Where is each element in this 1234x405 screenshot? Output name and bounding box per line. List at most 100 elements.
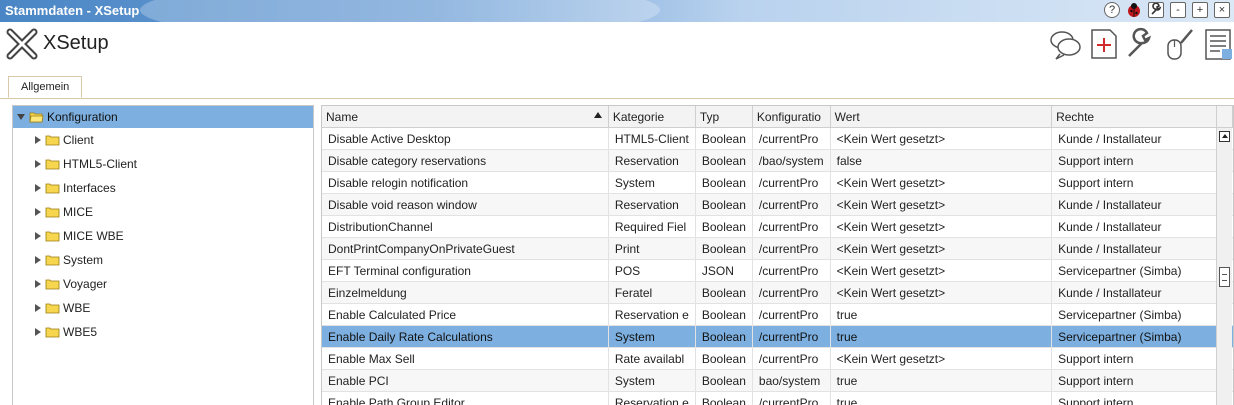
table-cell: Reservation [608, 150, 695, 172]
wrench-icon[interactable] [1124, 27, 1158, 61]
tree-item-label: Client [63, 133, 94, 147]
table-cell: Support intern [1052, 150, 1217, 172]
tree-item[interactable]: Interfaces [13, 176, 313, 200]
new-document-icon[interactable] [1086, 27, 1120, 61]
table-cell: System [608, 326, 695, 348]
minimize-button[interactable]: - [1170, 2, 1186, 18]
maximize-button[interactable]: + [1192, 2, 1208, 18]
table-row[interactable]: EinzelmeldungFeratelBoolean/currentPro<K… [322, 282, 1233, 304]
expand-right-icon[interactable] [35, 328, 41, 336]
table-cell: /currentPro [752, 172, 830, 194]
table-row[interactable]: Enable Daily Rate CalculationsSystemBool… [322, 326, 1233, 348]
table-row[interactable]: EFT Terminal configurationPOSJSON/curren… [322, 260, 1233, 282]
table-cell: Disable void reason window [322, 194, 608, 216]
table-row[interactable]: Enable Path Group EditorReservation eBoo… [322, 392, 1233, 405]
expand-right-icon[interactable] [35, 184, 41, 192]
tree-item[interactable]: WBE [13, 296, 313, 320]
table-cell: Boolean [695, 150, 752, 172]
table-row[interactable]: Disable Active DesktopHTML5-ClientBoolea… [322, 128, 1233, 150]
table-cell: Rate availabl [608, 348, 695, 370]
table-cell: EFT Terminal configuration [322, 260, 608, 282]
table-cell: Reservation [608, 194, 695, 216]
folder-icon [45, 278, 60, 290]
scroll-thumb[interactable] [1219, 267, 1230, 287]
expand-right-icon[interactable] [35, 208, 41, 216]
tree-item-label: Voyager [63, 277, 107, 291]
tree-item-label: Interfaces [63, 181, 116, 195]
table-cell: Boolean [695, 348, 752, 370]
title-bar-decoration [140, 0, 660, 22]
table-cell: Enable Path Group Editor [322, 392, 608, 405]
table-cell: <Kein Wert gesetzt> [830, 238, 1051, 260]
chat-icon[interactable] [1048, 27, 1082, 61]
settings-grid: Name Kategorie Typ Konfiguratio Wert Rec… [321, 105, 1234, 405]
close-button[interactable]: × [1214, 2, 1230, 18]
tree-item-label: System [63, 253, 103, 267]
column-header-name[interactable]: Name [322, 106, 608, 128]
table-cell: <Kein Wert gesetzt> [830, 194, 1051, 216]
column-header-kategorie[interactable]: Kategorie [608, 106, 695, 128]
table-cell: /currentPro [752, 348, 830, 370]
help-button[interactable]: ? [1104, 2, 1120, 18]
folder-icon [45, 134, 60, 146]
table-cell: <Kein Wert gesetzt> [830, 216, 1051, 238]
app-header: XSetup [0, 24, 1234, 68]
ladybug-icon [1126, 2, 1142, 18]
expand-right-icon[interactable] [35, 136, 41, 144]
expand-right-icon[interactable] [35, 280, 41, 288]
table-row[interactable]: Disable void reason windowReservationBoo… [322, 194, 1233, 216]
tree-item[interactable]: System [13, 248, 313, 272]
tree-root-konfiguration[interactable]: Konfiguration [13, 106, 313, 128]
tree-item[interactable]: MICE [13, 200, 313, 224]
table-cell: true [830, 392, 1051, 405]
table-cell: Enable PCI [322, 370, 608, 392]
folder-icon [45, 302, 60, 314]
scroll-up-button[interactable] [1219, 131, 1230, 142]
table-cell: Support intern [1052, 392, 1217, 405]
table-row[interactable]: Enable PCISystemBooleanbao/systemtrueSup… [322, 370, 1233, 392]
table-cell: /currentPro [752, 304, 830, 326]
table-cell: /currentPro [752, 238, 830, 260]
tab-allgemein[interactable]: Allgemein [8, 76, 82, 98]
toolbar [1048, 27, 1234, 61]
mouse-brush-icon[interactable] [1162, 27, 1196, 61]
bug-button[interactable] [1126, 2, 1142, 18]
folder-icon [45, 230, 60, 242]
column-header-rechte[interactable]: Rechte [1052, 106, 1217, 128]
table-cell: /currentPro [752, 392, 830, 405]
column-header-typ[interactable]: Typ [695, 106, 752, 128]
app-title: XSetup [43, 32, 109, 55]
table-cell: Boolean [695, 392, 752, 405]
tools-button[interactable] [1148, 2, 1164, 18]
table-cell: Boolean [695, 238, 752, 260]
vertical-scrollbar[interactable] [1216, 128, 1232, 405]
expand-right-icon[interactable] [35, 256, 41, 264]
tree-item[interactable]: Client [13, 128, 313, 152]
table-cell: Print [608, 238, 695, 260]
expand-right-icon[interactable] [35, 304, 41, 312]
table-row[interactable]: Enable Max SellRate availablBoolean/curr… [322, 348, 1233, 370]
table-row[interactable]: DontPrintCompanyOnPrivateGuestPrintBoole… [322, 238, 1233, 260]
table-cell: Servicepartner (Simba) [1052, 326, 1217, 348]
tree-item[interactable]: WBE5 [13, 320, 313, 344]
expand-down-icon[interactable] [17, 114, 25, 120]
table-cell: Einzelmeldung [322, 282, 608, 304]
column-header-konfiguration[interactable]: Konfiguratio [752, 106, 830, 128]
table-row[interactable]: Disable category reservationsReservation… [322, 150, 1233, 172]
expand-right-icon[interactable] [35, 160, 41, 168]
table-cell: true [830, 304, 1051, 326]
tree-item-label: MICE WBE [63, 229, 124, 243]
table-row[interactable]: DistributionChannelRequired FielBoolean/… [322, 216, 1233, 238]
document-list-icon[interactable] [1200, 27, 1234, 61]
column-header-wert[interactable]: Wert [830, 106, 1051, 128]
table-row[interactable]: Disable relogin notificationSystemBoolea… [322, 172, 1233, 194]
table-cell: Kunde / Installateur [1052, 238, 1217, 260]
tree-item[interactable]: HTML5-Client [13, 152, 313, 176]
tree-item[interactable]: MICE WBE [13, 224, 313, 248]
table-cell: Servicepartner (Simba) [1052, 304, 1217, 326]
tree-item[interactable]: Voyager [13, 272, 313, 296]
table-cell: <Kein Wert gesetzt> [830, 172, 1051, 194]
table-cell: Boolean [695, 370, 752, 392]
expand-right-icon[interactable] [35, 232, 41, 240]
table-row[interactable]: Enable Calculated PriceReservation eBool… [322, 304, 1233, 326]
